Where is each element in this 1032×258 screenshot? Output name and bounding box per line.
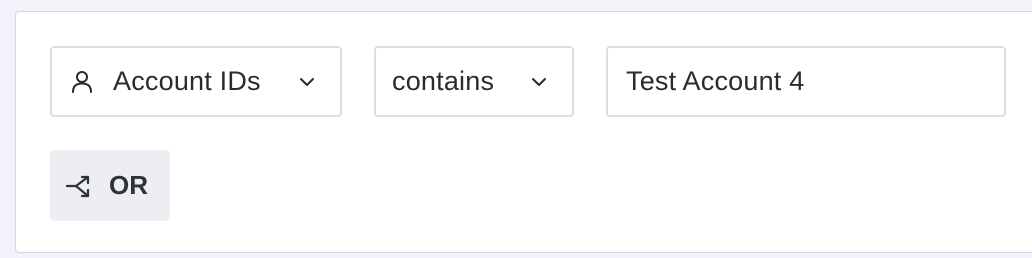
- or-button-label: OR: [109, 170, 148, 200]
- field-select[interactable]: Account IDs: [50, 46, 342, 117]
- split-arrow-icon: [65, 172, 93, 200]
- field-select-label: Account IDs: [113, 66, 261, 96]
- chevron-down-icon: [297, 72, 317, 92]
- person-icon: [71, 70, 93, 94]
- operator-select-label: contains: [392, 66, 495, 96]
- chevron-down-icon: [529, 72, 549, 92]
- value-input[interactable]: Test Account 4: [606, 46, 1006, 117]
- or-button[interactable]: OR: [50, 150, 170, 221]
- operator-select[interactable]: contains: [374, 46, 574, 117]
- value-input-text: Test Account 4: [626, 66, 805, 96]
- filter-panel: Account IDs contains Test Account 4 OR: [15, 11, 1032, 253]
